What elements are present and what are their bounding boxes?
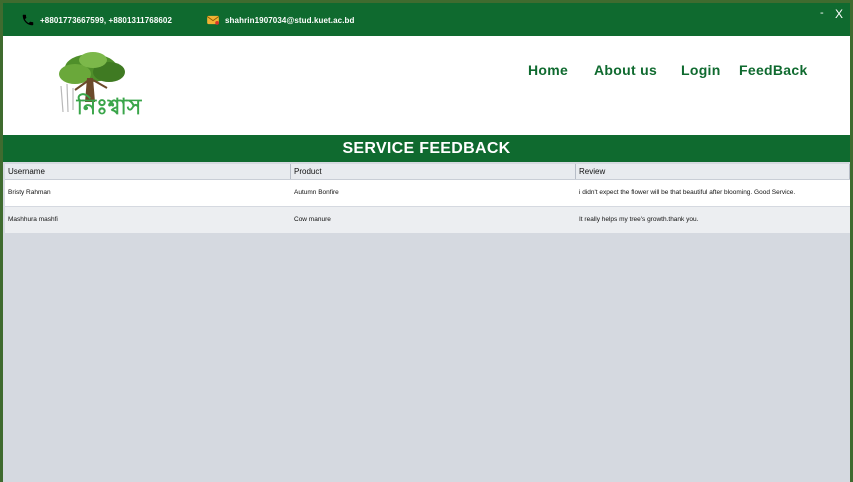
email-icon <box>206 15 220 25</box>
email-text: shahrin1907034@stud.kuet.ac.bd <box>225 15 355 25</box>
app-window: +8801773667599, +8801311768602 shahrin19… <box>0 0 853 482</box>
table-row[interactable]: Mashhura mashfi Cow manure It really hel… <box>5 207 850 233</box>
table-row[interactable]: Bristy Rahman Autumn Bonfire i didn't ex… <box>5 180 850 206</box>
table-header: Username Product Review <box>5 164 850 180</box>
phone-icon <box>22 14 34 26</box>
cell-review: i didn't expect the flower will be that … <box>579 189 796 196</box>
cell-username: Mashhura mashfi <box>8 216 58 223</box>
nav-home[interactable]: Home <box>528 62 568 78</box>
nav-feedback[interactable]: FeedBack <box>739 62 808 78</box>
phone-contact: +8801773667599, +8801311768602 <box>21 13 172 27</box>
cell-review: It really helps my tree's growth.thank y… <box>579 216 699 223</box>
minimize-button[interactable]: - <box>820 7 824 19</box>
page-title: SERVICE FEEDBACK <box>342 140 511 157</box>
feedback-table[interactable]: Username Product Review Bristy Rahman Au… <box>3 162 850 482</box>
header: নিঃশ্বাস Home About us Login FeedBack <box>3 36 850 135</box>
contact-bar: +8801773667599, +8801311768602 shahrin19… <box>3 3 850 36</box>
page-banner: SERVICE FEEDBACK <box>3 135 850 162</box>
cell-product: Autumn Bonfire <box>294 189 339 196</box>
column-header-product[interactable]: Product <box>291 164 576 179</box>
nav-login[interactable]: Login <box>681 62 721 78</box>
phone-text: +8801773667599, +8801311768602 <box>40 15 173 25</box>
cell-product: Cow manure <box>294 216 331 223</box>
nav-about-us[interactable]: About us <box>594 62 657 78</box>
close-button[interactable]: X <box>835 7 843 21</box>
email-contact: shahrin1907034@stud.kuet.ac.bd <box>206 13 355 27</box>
column-header-username[interactable]: Username <box>5 164 291 179</box>
logo-text: নিঃশ্বাস <box>76 93 143 120</box>
cell-username: Bristy Rahman <box>8 189 51 196</box>
logo: নিঃশ্বাস <box>59 52 143 120</box>
column-header-review[interactable]: Review <box>576 164 850 179</box>
